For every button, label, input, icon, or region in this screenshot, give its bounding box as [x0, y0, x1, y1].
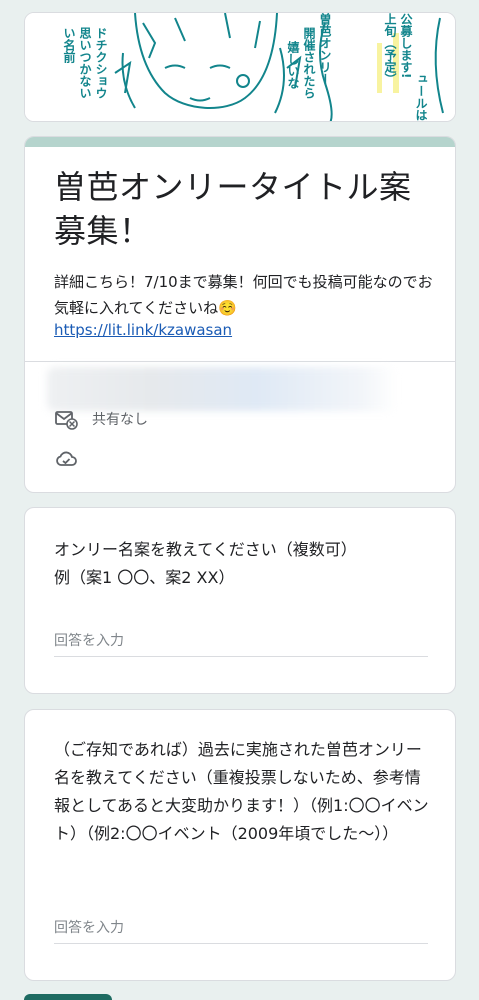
banner-text-9: ュールは右下URL	[414, 73, 428, 122]
answer-input-2[interactable]: 回答を入力	[54, 917, 428, 944]
form-title: 曽芭オンリータイトル案募集！	[54, 168, 412, 250]
banner-text-8: 上旬（予定）	[383, 13, 397, 85]
question-2-text: （ご存知であれば）過去に実施された曽芭オンリー名を教えてください（重複投票しない…	[54, 740, 429, 843]
submit-button[interactable]	[24, 994, 112, 1000]
form-header-card: 曽芭オンリータイトル案募集！ 詳細こちら！7/10まで募集！何回でも投稿可能なの…	[24, 136, 456, 493]
banner-text-6: 曽芭オンリー	[318, 13, 332, 85]
accent-bar	[25, 137, 455, 147]
banner-text-1: い名前	[62, 27, 76, 64]
share-status-row: 共有なし	[54, 407, 148, 431]
mail-blocked-icon	[55, 411, 78, 430]
question-1-line-1: オンリー名案を教えてください（複数可）	[54, 540, 357, 559]
question-card-2: （ご存知であれば）過去に実施された曽芭オンリー名を教えてください（重複投票しない…	[24, 709, 456, 981]
manga-illustration: い名前 思いつかない ドチクショウ 開催されたら 嬉しいな 曽芭オンリー 公募し…	[25, 13, 455, 122]
blurred-account	[47, 367, 397, 411]
divider	[25, 361, 455, 362]
form-description: 詳細こちら！7/10まで募集！何回でも投稿可能なのでお気軽に入れてくださいね☺️	[54, 273, 433, 317]
header-image: い名前 思いつかない ドチクショウ 開催されたら 嬉しいな 曽芭オンリー 公募し…	[24, 12, 456, 122]
share-status-label: 共有なし	[92, 412, 148, 428]
answer-input-1[interactable]: 回答を入力	[54, 630, 428, 657]
cloud-check-icon	[56, 451, 77, 466]
banner-text-5: 嬉しいな	[286, 40, 300, 90]
question-card-1: オンリー名案を教えてください（複数可） 例（案1 〇〇、案2 XX） 回答を入力	[24, 507, 456, 694]
description-link[interactable]: https://lit.link/kzawasan	[54, 321, 232, 339]
save-status-row	[54, 447, 92, 471]
banner-text-7: 公募します!	[399, 13, 413, 78]
question-1-line-2: 例（案1 〇〇、案2 XX）	[54, 568, 235, 587]
banner-text-2: 思いつかない	[78, 27, 92, 99]
banner-text-4: 開催されたら	[302, 27, 316, 99]
banner-text-3: ドチクショウ	[94, 27, 108, 99]
